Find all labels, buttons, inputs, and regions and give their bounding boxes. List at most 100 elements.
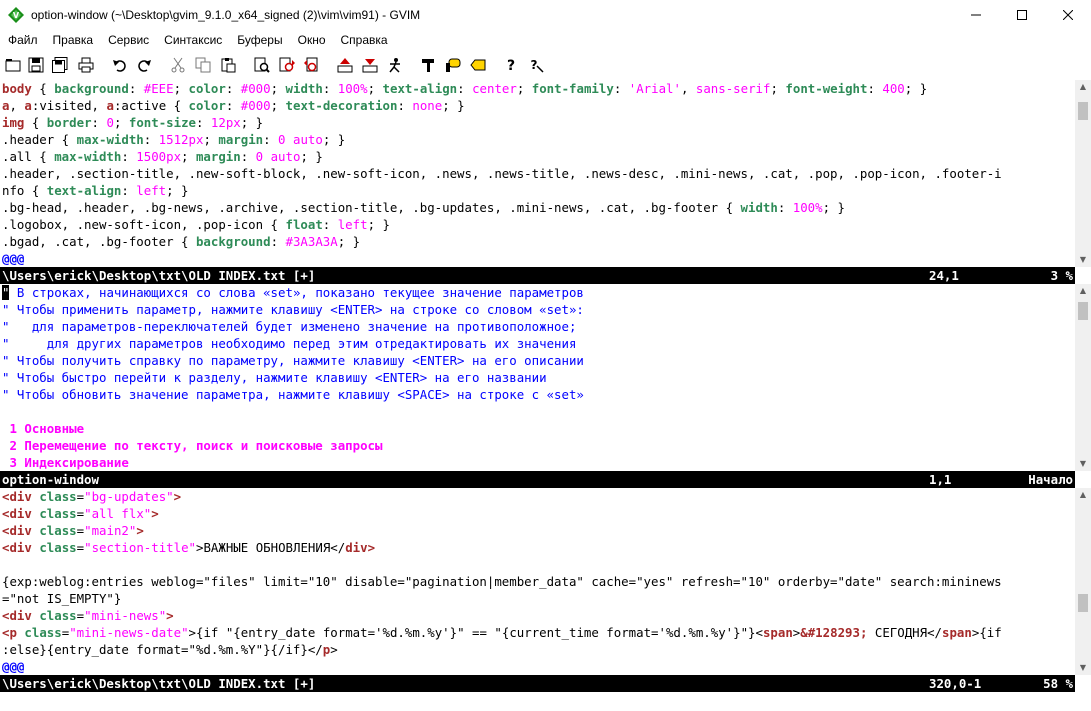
save-session-button[interactable] (360, 55, 380, 75)
paste-icon (221, 58, 236, 73)
option-section-link[interactable]: 1 Основные (2, 420, 84, 437)
save-all-button[interactable] (50, 55, 70, 75)
find-prev-button[interactable] (302, 55, 322, 75)
close-button[interactable] (1045, 0, 1091, 30)
truncated-line-marker: @@@ (2, 251, 25, 266)
code-line[interactable]: .bgad, .cat, .bg-footer { background: #3… (2, 233, 360, 250)
scrollbar-thumb[interactable] (1078, 302, 1088, 320)
comment-line[interactable]: " Чтобы применить параметр, нажмите клав… (2, 301, 584, 318)
status-cursor-position: 24,1 (929, 268, 959, 283)
comment-line[interactable]: " для параметров-переключателей будет из… (2, 318, 576, 335)
code-line[interactable]: body { background: #EEE; color: #000; wi… (2, 80, 927, 97)
status-file-name: \Users\erick\Desktop\txt\OLD INDEX.txt [… (2, 268, 316, 283)
status-scroll-percent: 3 % (1050, 268, 1073, 283)
code-line[interactable]: <p class="mini-news-date">{if "{entry_da… (2, 624, 1002, 641)
menu-help[interactable]: Справка (333, 30, 395, 51)
code-line[interactable]: ="not IS_EMPTY"} (2, 590, 121, 607)
code-line[interactable]: .logobox, .new-soft-icon, .pop-icon { fl… (2, 216, 390, 233)
undo-icon (113, 60, 126, 72)
load-session-button[interactable] (335, 55, 355, 75)
code-line[interactable]: <div class="mini-news"> (2, 607, 174, 624)
scroll-up-icon[interactable]: ▲ (1078, 490, 1088, 500)
open-icon (5, 59, 21, 72)
copy-button[interactable] (193, 55, 213, 75)
code-line[interactable]: <div class="bg-updates"> (2, 488, 181, 505)
code-line[interactable]: {exp:weblog:entries weblog="files" limit… (2, 573, 1002, 590)
find-help-button[interactable]: ? (526, 55, 546, 75)
status-cursor-position: 320,0-1 (929, 676, 982, 691)
code-line[interactable]: .header { max-width: 1512px; margin: 0 a… (2, 131, 345, 148)
run-script-button[interactable] (385, 55, 405, 75)
option-section-link[interactable]: 3 Индексирование (2, 454, 128, 471)
save-button[interactable] (26, 55, 46, 75)
scroll-up-icon[interactable]: ▲ (1078, 286, 1088, 296)
make-icon (422, 59, 434, 72)
code-line[interactable]: .all { max-width: 1500px; margin: 0 auto… (2, 148, 323, 165)
menu-edit[interactable]: Правка (45, 30, 101, 51)
ctags-icon (470, 59, 486, 71)
print-button[interactable] (76, 55, 96, 75)
svg-text:?: ? (507, 58, 515, 73)
comment-line[interactable]: " Чтобы получить справку по параметру, н… (2, 352, 584, 369)
make-button[interactable] (418, 55, 438, 75)
save-all-icon (52, 57, 68, 73)
code-line[interactable]: img { border: 0; font-size: 12px; } (2, 114, 263, 131)
truncated-line-marker: @@@ (2, 659, 25, 674)
menu-buffers[interactable]: Буферы (229, 30, 289, 51)
redo-button[interactable] (134, 55, 154, 75)
toolbar: ? ? (0, 51, 1091, 81)
comment-line[interactable]: " для других параметров необходимо перед… (2, 335, 576, 352)
paste-button[interactable] (218, 55, 238, 75)
menu-syntax[interactable]: Синтаксис (156, 30, 229, 51)
scroll-down-icon[interactable]: ▼ (1078, 459, 1088, 469)
code-line[interactable]: nfo { text-align: left; } (2, 182, 189, 199)
scrollbar-thumb[interactable] (1078, 594, 1088, 612)
shell-icon (446, 58, 461, 72)
scroll-up-icon[interactable]: ▲ (1078, 82, 1088, 92)
shell-button[interactable] (443, 55, 463, 75)
maximize-button[interactable] (999, 0, 1045, 30)
code-line[interactable]: <div class="section-title">ВАЖНЫЕ ОБНОВЛ… (2, 539, 375, 556)
comment-line[interactable]: " Чтобы обновить значение параметра, наж… (2, 386, 584, 403)
scrollbar[interactable]: ▲ ▼ (1075, 488, 1091, 675)
code-line[interactable]: <div class="all flx"> (2, 505, 159, 522)
status-line: \Users\erick\Desktop\txt\OLD INDEX.txt [… (0, 267, 1075, 284)
status-line: option-window 1,1 Начало (0, 471, 1075, 488)
scroll-down-icon[interactable]: ▼ (1078, 663, 1088, 673)
find-replace-icon (254, 57, 270, 73)
save-session-icon (362, 59, 378, 73)
menu-file[interactable]: Файл (0, 30, 45, 51)
find-replace-button[interactable] (252, 55, 272, 75)
menu-bar: Файл Правка Сервис Синтаксис Буферы Окно… (0, 30, 1091, 51)
menu-tools[interactable]: Сервис (100, 30, 156, 51)
cut-button[interactable] (168, 55, 188, 75)
code-line[interactable]: a, a:visited, a:active { color: #000; te… (2, 97, 465, 114)
run-script-icon (389, 58, 400, 73)
comment-line[interactable]: " В строках, начинающихся со слова «set»… (2, 284, 584, 301)
scrollbar-thumb[interactable] (1078, 102, 1088, 120)
find-prev-icon (304, 57, 318, 72)
code-line[interactable]: .header, .section-title, .new-soft-block… (2, 165, 1002, 182)
scrollbar[interactable]: ▲ ▼ (1075, 80, 1091, 267)
maximize-icon (1017, 10, 1027, 20)
minimize-button[interactable] (953, 0, 999, 30)
option-section-link[interactable]: 2 Перемещение по тексту, поиск и поисков… (2, 437, 382, 454)
undo-button[interactable] (110, 55, 130, 75)
code-line[interactable]: :else}{entry_date format="%d.%m.%Y"}{/if… (2, 641, 338, 658)
code-line[interactable]: <div class="main2"> (2, 522, 144, 539)
scrollbar[interactable]: ▲ ▼ (1075, 284, 1091, 471)
code-line[interactable]: .bg-head, .header, .bg-news, .archive, .… (2, 199, 845, 216)
ctags-button[interactable] (468, 55, 488, 75)
editor-area[interactable]: body { background: #EEE; color: #000; wi… (0, 80, 1091, 711)
menu-window[interactable]: Окно (290, 30, 333, 51)
command-line[interactable] (0, 692, 1091, 711)
help-icon: ? (507, 58, 515, 73)
help-button[interactable]: ? (501, 55, 521, 75)
copy-icon (195, 57, 211, 73)
status-line: \Users\erick\Desktop\txt\OLD INDEX.txt [… (0, 675, 1075, 692)
scroll-down-icon[interactable]: ▼ (1078, 255, 1088, 265)
find-next-button[interactable] (277, 55, 297, 75)
title-bar: V option-window (~\Desktop\gvim_9.1.0_x6… (0, 0, 1091, 30)
open-button[interactable] (3, 55, 23, 75)
comment-line[interactable]: " Чтобы быстро перейти к разделу, нажмит… (2, 369, 547, 386)
